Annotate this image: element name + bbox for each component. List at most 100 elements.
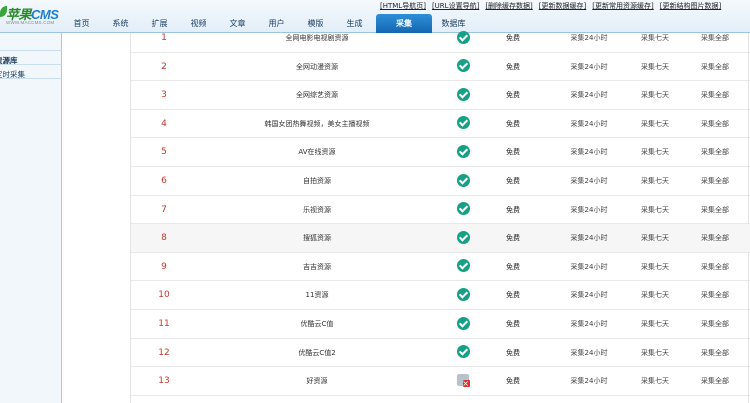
toplink-update-cache[interactable]: [更新数据缓存]	[539, 1, 586, 13]
status-cell	[451, 253, 475, 281]
collect-all-link[interactable]: 采集全部	[691, 253, 739, 281]
row-id: 8	[161, 233, 167, 244]
resource-name: 搜狐资源	[303, 234, 331, 243]
table-row: 10 11资源 免费 采集24小时 采集七天 采集全部	[131, 281, 750, 310]
sidebar: 资源库 定时采集	[0, 33, 62, 403]
check-circle-icon	[456, 30, 470, 44]
collect-all-link[interactable]: 采集全部	[691, 281, 739, 309]
collect-7days-link[interactable]: 采集七天	[631, 196, 679, 224]
check-circle-icon	[456, 116, 470, 130]
status-cell	[451, 196, 475, 224]
collect-all-link[interactable]: 采集全部	[691, 339, 739, 367]
collect-24h-link[interactable]: 采集24小时	[561, 138, 617, 166]
table-row: 12 优酷云C值2 免费 采集24小时 采集七天 采集全部	[131, 339, 750, 368]
table-row: 6 自拍资源 免费 采集24小时 采集七天 采集全部	[131, 167, 750, 196]
toplink-url-nav[interactable]: [URL设置导航]	[432, 1, 479, 13]
toplink-html-nav[interactable]: [HTML导航页]	[380, 1, 426, 13]
check-circle-icon	[456, 59, 470, 73]
collect-all-link[interactable]: 采集全部	[691, 310, 739, 338]
resource-name: AV在线资源	[298, 148, 336, 157]
table-row: 2 全网动漫资源 免费 采集24小时 采集七天 采集全部	[131, 53, 750, 82]
collect-24h-link[interactable]: 采集24小时	[561, 367, 617, 395]
maccms-logo[interactable]: 苹果CMS WWW.MACCMS.COM	[0, 2, 66, 30]
table-row: 5 AV在线资源 免费 采集24小时 采集七天 采集全部	[131, 138, 750, 167]
fee-label: 免费	[506, 377, 520, 386]
resource-table: 1 全网电影电视剧资源 免费 采集24小时 采集七天 采集全部 2 全网动漫资源 免费 采集24小…	[130, 30, 750, 403]
toplink-update-common-cache[interactable]: [更新常用资源缓存]	[592, 1, 653, 13]
row-id: 2	[161, 61, 167, 72]
fee-label: 免费	[506, 177, 520, 185]
table-row: 7 乐视资源 免费 采集24小时 采集七天 采集全部	[131, 196, 750, 225]
collect-7days-link[interactable]: 采集七天	[631, 310, 679, 338]
collect-24h-link[interactable]: 采集24小时	[561, 310, 617, 338]
row-id: 11	[158, 319, 170, 329]
toplink-clear-cache[interactable]: [删除缓存数据]	[485, 1, 532, 13]
collect-24h-link[interactable]: 采集24小时	[561, 281, 617, 309]
row-id: 9	[161, 261, 167, 272]
sidebar-divider	[0, 50, 62, 51]
collect-7days-link[interactable]: 采集七天	[631, 281, 679, 309]
collect-all-link[interactable]: 采集全部	[691, 53, 739, 81]
collect-all-link[interactable]: 采集全部	[691, 81, 739, 109]
collect-7days-link[interactable]: 采集七天	[631, 339, 679, 367]
resource-name: 优酷云C值	[300, 320, 334, 328]
collect-24h-link[interactable]: 采集24小时	[561, 196, 617, 224]
check-circle-icon	[456, 202, 470, 216]
status-cell	[451, 367, 475, 395]
resource-name: 优酷云C值2	[298, 348, 336, 357]
collect-7days-link[interactable]: 采集七天	[631, 81, 679, 109]
error-icon	[457, 374, 470, 389]
collect-24h-link[interactable]: 采集24小时	[561, 24, 617, 52]
table-row: 8 搜狐资源 免费 采集24小时 采集七天 采集全部	[131, 224, 750, 253]
fee-label: 免费	[506, 291, 520, 300]
collect-7days-link[interactable]: 采集七天	[631, 53, 679, 81]
collect-24h-link[interactable]: 采集24小时	[561, 339, 617, 367]
top-quick-links: [HTML导航页] [URL设置导航] [删除缓存数据] [更新数据缓存] [更…	[378, 1, 750, 13]
fee-label: 免费	[506, 91, 520, 100]
status-cell	[451, 138, 475, 166]
fee-label: 免费	[506, 119, 520, 128]
table-row: 4 韩国女团热舞视频，美女主播视频 免费 采集24小时 采集七天 采集全部	[131, 110, 750, 139]
collect-24h-link[interactable]: 采集24小时	[561, 167, 617, 195]
collect-24h-link[interactable]: 采集24小时	[561, 53, 617, 81]
check-circle-icon	[456, 345, 470, 359]
collect-all-link[interactable]: 采集全部	[691, 224, 739, 252]
collect-all-link[interactable]: 采集全部	[691, 110, 739, 138]
collect-7days-link[interactable]: 采集七天	[631, 167, 679, 195]
row-id: 6	[161, 176, 167, 186]
table-row: 13 好资源 免费 采集24小时采集七天采集全部	[131, 367, 750, 396]
status-cell	[451, 53, 475, 81]
collect-7days-link[interactable]: 采集七天	[631, 224, 679, 252]
collect-all-link[interactable]: 采集全部	[691, 167, 739, 195]
collect-24h-link[interactable]: 采集24小时	[561, 224, 617, 252]
table-row: 11 优酷云C值 免费 采集24小时 采集七天 采集全部	[131, 310, 750, 339]
status-cell	[451, 281, 475, 309]
collect-7days-link[interactable]: 采集七天	[631, 253, 679, 281]
fee-label: 免费	[506, 205, 520, 214]
collect-7days-link[interactable]: 采集七天	[631, 367, 679, 395]
fee-label: 免费	[506, 148, 520, 157]
collect-all-link[interactable]: 采集全部	[691, 196, 739, 224]
resource-name: 韩国女团热舞视频，美女主播视频	[264, 119, 370, 128]
collect-all-link[interactable]: 采集全部	[691, 138, 739, 166]
collect-7days-link[interactable]: 采集七天	[631, 24, 679, 52]
check-circle-icon	[456, 316, 470, 330]
collect-24h-link[interactable]: 采集24小时	[561, 253, 617, 281]
check-circle-icon	[456, 287, 470, 301]
row-id: 10	[158, 290, 170, 301]
tab-home[interactable]: 首页	[62, 14, 101, 33]
collect-all-link[interactable]: 采集全部	[691, 24, 739, 52]
fee-label: 免费	[506, 34, 520, 42]
collect-all-link[interactable]: 采集全部	[691, 367, 739, 395]
logo-url: WWW.MACCMS.COM	[6, 20, 55, 25]
collect-7days-link[interactable]: 采集七天	[631, 110, 679, 138]
collect-24h-link[interactable]: 采集24小时	[561, 110, 617, 138]
collect-7days-link[interactable]: 采集七天	[631, 138, 679, 166]
resource-name: 全网电影电视剧资源	[285, 34, 349, 42]
toplink-update-images[interactable]: [更新结构图片数据]	[660, 1, 721, 13]
resource-name: 自拍资源	[303, 177, 331, 185]
check-circle-icon	[456, 87, 470, 101]
table-row: 3 全网综艺资源 免费 采集24小时 采集七天 采集全部	[131, 81, 750, 110]
status-cell	[451, 310, 475, 338]
collect-24h-link[interactable]: 采集24小时	[561, 81, 617, 109]
